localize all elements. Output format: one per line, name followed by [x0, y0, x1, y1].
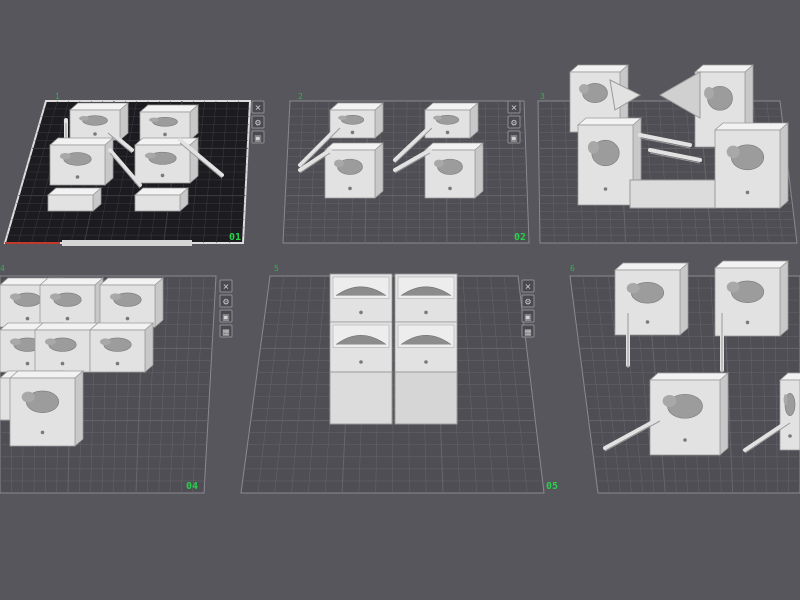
- svg-text:▣: ▣: [222, 313, 230, 322]
- 3d-viewport[interactable]: ✕ ⚙ ▣ ✕ ⚙ ▣ ✕ ⚙ ▣ ▦ ✕ ⚙ ▣ ▦ 01 02 04 05 1 2 3 4 5 6: [0, 0, 800, 600]
- plate-tag-3: 3: [540, 92, 545, 101]
- plate-label-1: 01: [229, 232, 242, 243]
- build-plates-scene[interactable]: ✕ ⚙ ▣ ✕ ⚙ ▣ ✕ ⚙ ▣ ▦ ✕ ⚙ ▣ ▦: [0, 0, 800, 600]
- autoarrange-icon[interactable]: ▦: [219, 324, 233, 338]
- svg-text:✕: ✕: [223, 283, 230, 292]
- printed-part[interactable]: [329, 321, 393, 373]
- printed-part[interactable]: [38, 277, 105, 328]
- printed-part[interactable]: [48, 137, 115, 186]
- printed-part[interactable]: [88, 322, 155, 373]
- printed-part[interactable]: [68, 102, 130, 141]
- svg-text:⚙: ⚙: [254, 119, 261, 128]
- svg-text:⚙: ⚙: [524, 298, 531, 307]
- printed-part[interactable]: [329, 273, 393, 323]
- printed-part[interactable]: [323, 142, 385, 199]
- svg-text:✕: ✕: [511, 104, 518, 113]
- printed-part[interactable]: [713, 122, 790, 209]
- plate-1-status-bar: [62, 240, 192, 246]
- plate-label-2: 02: [514, 232, 527, 243]
- lock-icon[interactable]: ▣: [507, 130, 521, 144]
- svg-text:▣: ▣: [254, 134, 262, 143]
- printed-part[interactable]: [648, 372, 730, 456]
- printed-part[interactable]: [394, 321, 458, 373]
- printed-part-bridge[interactable]: [629, 179, 716, 209]
- svg-text:✕: ✕: [255, 104, 262, 113]
- plate-label-4: 04: [186, 481, 199, 492]
- printed-part[interactable]: [423, 142, 485, 199]
- svg-text:▦: ▦: [524, 328, 532, 337]
- lock-icon[interactable]: ▣: [521, 309, 535, 323]
- plate-tag-6: 6: [570, 264, 575, 273]
- plate-tag-5: 5: [274, 264, 279, 273]
- autoarrange-icon[interactable]: ▦: [521, 324, 535, 338]
- svg-text:▦: ▦: [222, 328, 230, 337]
- printed-part[interactable]: [328, 102, 385, 139]
- printed-part[interactable]: [33, 322, 100, 373]
- printed-part[interactable]: [133, 187, 190, 212]
- settings-icon[interactable]: ⚙: [251, 115, 265, 129]
- plate-label-5: 05: [546, 481, 559, 492]
- close-icon[interactable]: ✕: [251, 100, 265, 114]
- plate-tag-2: 2: [298, 92, 303, 101]
- svg-text:▣: ▣: [510, 134, 518, 143]
- printed-part[interactable]: [394, 273, 458, 323]
- printed-part[interactable]: [713, 260, 790, 337]
- svg-text:⚙: ⚙: [222, 298, 229, 307]
- printed-part[interactable]: [138, 104, 200, 141]
- printed-part[interactable]: [778, 372, 800, 451]
- settings-icon[interactable]: ⚙: [521, 294, 535, 308]
- printed-part[interactable]: [98, 277, 165, 328]
- plate-tag-4: 4: [0, 264, 5, 273]
- svg-text:✕: ✕: [525, 283, 532, 292]
- close-icon[interactable]: ✕: [507, 100, 521, 114]
- printed-part[interactable]: [423, 102, 480, 139]
- close-icon[interactable]: ✕: [521, 279, 535, 293]
- svg-text:⚙: ⚙: [510, 119, 517, 128]
- svg-text:▣: ▣: [524, 313, 532, 322]
- printed-part[interactable]: [46, 187, 103, 212]
- plate-tag-1: 1: [55, 92, 60, 101]
- printed-part-base[interactable]: [329, 371, 393, 425]
- build-plate-2[interactable]: [282, 100, 530, 244]
- printed-part[interactable]: [613, 262, 690, 336]
- printed-part-base[interactable]: [394, 371, 458, 425]
- lock-icon[interactable]: ▣: [219, 309, 233, 323]
- settings-icon[interactable]: ⚙: [507, 115, 521, 129]
- lock-icon[interactable]: ▣: [251, 130, 265, 144]
- printed-part[interactable]: [8, 370, 85, 447]
- close-icon[interactable]: ✕: [219, 279, 233, 293]
- settings-icon[interactable]: ⚙: [219, 294, 233, 308]
